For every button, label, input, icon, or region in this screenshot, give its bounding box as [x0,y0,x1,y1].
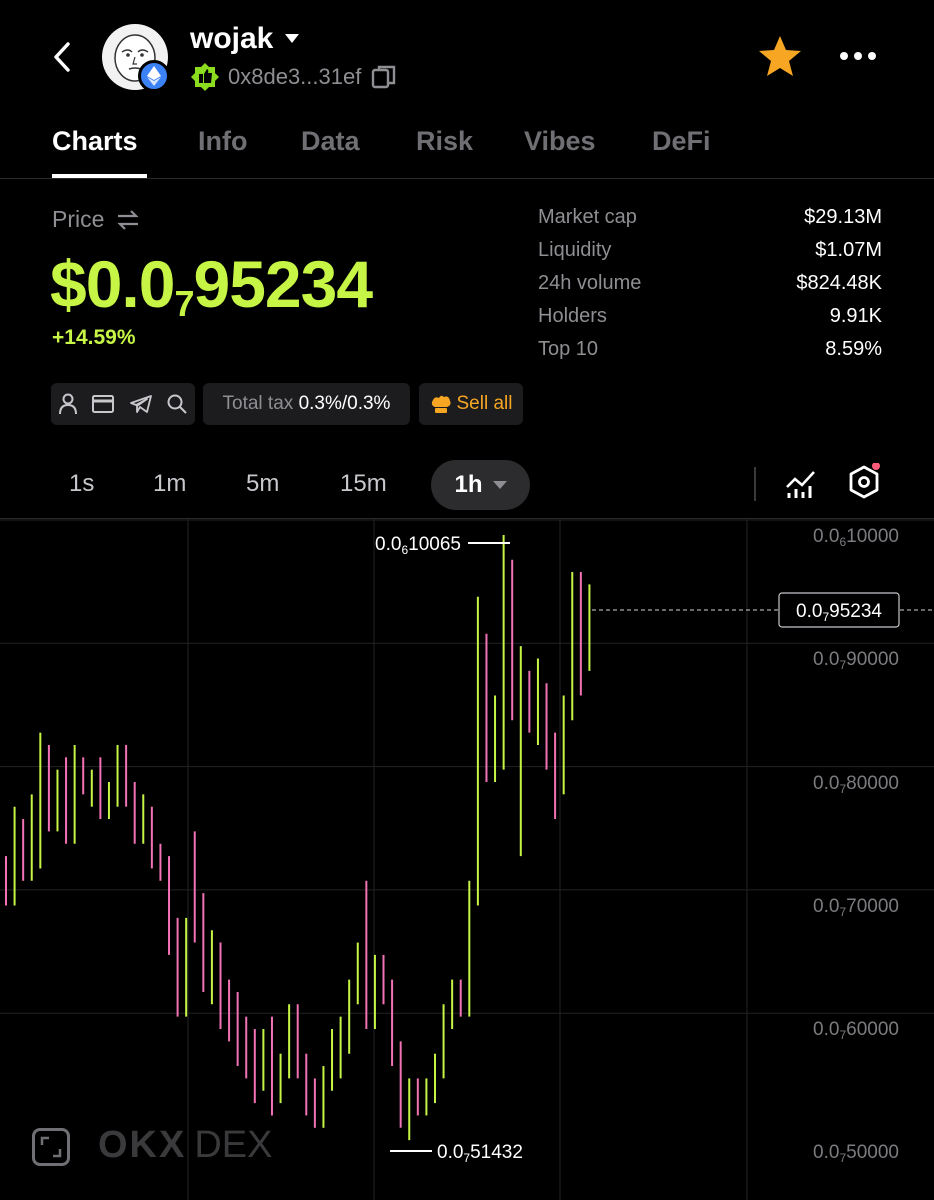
y-axis-tick-label: 0.0790000 [813,649,899,672]
tab-info[interactable]: Info [198,126,247,157]
profile-icon[interactable] [58,393,78,415]
ethereum-chain-icon [138,60,170,92]
copy-icon[interactable] [371,64,397,90]
stat-label: Holders [538,305,607,327]
price-label: Price [52,206,105,232]
tab-vibes[interactable]: Vibes [524,126,596,157]
price-value: $0.0795234 [50,247,373,324]
timeframe-15m[interactable]: 15m [340,470,387,498]
token-name[interactable]: wojak [190,22,273,56]
stat-label: Top 10 [538,338,599,360]
dropdown-caret-icon[interactable] [285,34,300,44]
stat-value: $1.07M [815,239,882,261]
tab-risk[interactable]: Risk [416,126,473,157]
stat-label: Liquidity [538,239,612,261]
stat-value: $29.13M [804,206,882,228]
y-axis-tick-label: 0.0750000 [813,1142,899,1165]
favorite-star-icon[interactable] [758,35,802,77]
price-change: +14.59% [52,326,136,349]
toolbar-divider [754,467,756,501]
search-icon[interactable] [166,393,188,415]
timeframe-1m[interactable]: 1m [153,470,186,498]
y-axis-tick-label: 0.0610000 [813,526,899,549]
timeframe-1h[interactable]: 1h [431,460,530,510]
expand-icon [40,1136,62,1158]
stat-value: 9.91K [829,305,882,327]
current-price-label: 0.0795234 [796,601,882,624]
fullscreen-button[interactable] [32,1128,70,1166]
total-tax-badge: Total tax 0.3%/0.3% [203,383,410,425]
chevron-down-icon [492,480,507,489]
price-chart[interactable]: 0.0610000 0.0790000 0.0780000 0.0770000 0.07… [0,518,934,1200]
verified-badge-icon [191,63,219,91]
back-icon[interactable] [50,40,74,74]
low-price-label: 0.0751432 [437,1142,523,1165]
tab-defi[interactable]: DeFi [652,126,711,157]
okx-logo: OKX [98,1124,187,1166]
y-axis-tick-label: 0.0780000 [813,773,899,796]
y-axis-tick-label: 0.0770000 [813,896,899,919]
website-icon[interactable] [91,394,115,414]
stat-value: 8.59% [825,338,882,360]
social-links-group [51,383,195,425]
high-price-label: 0.0610065 [375,534,461,557]
tab-charts[interactable]: Charts [52,126,138,157]
tab-divider [0,178,934,179]
y-axis-tick-label: 0.0760000 [813,1019,899,1042]
contract-address: 0x8de3...31ef [228,64,362,89]
stat-label: Market cap [538,206,637,228]
chef-hat-icon [431,395,451,413]
indicators-icon[interactable] [785,467,817,499]
timeframe-5m[interactable]: 5m [246,470,279,498]
more-options-icon[interactable] [838,50,878,62]
tab-data[interactable]: Data [301,126,360,157]
sell-all-button[interactable]: Sell all [419,383,523,425]
stat-label: 24h volume [538,272,642,294]
stat-value: $824.48K [796,272,882,294]
swap-arrows-icon[interactable] [116,209,140,231]
okx-dex-watermark: OKX DEX [98,1124,273,1166]
telegram-icon[interactable] [129,394,153,414]
chart-settings-icon[interactable] [847,463,887,503]
timeframe-1s[interactable]: 1s [69,470,94,498]
